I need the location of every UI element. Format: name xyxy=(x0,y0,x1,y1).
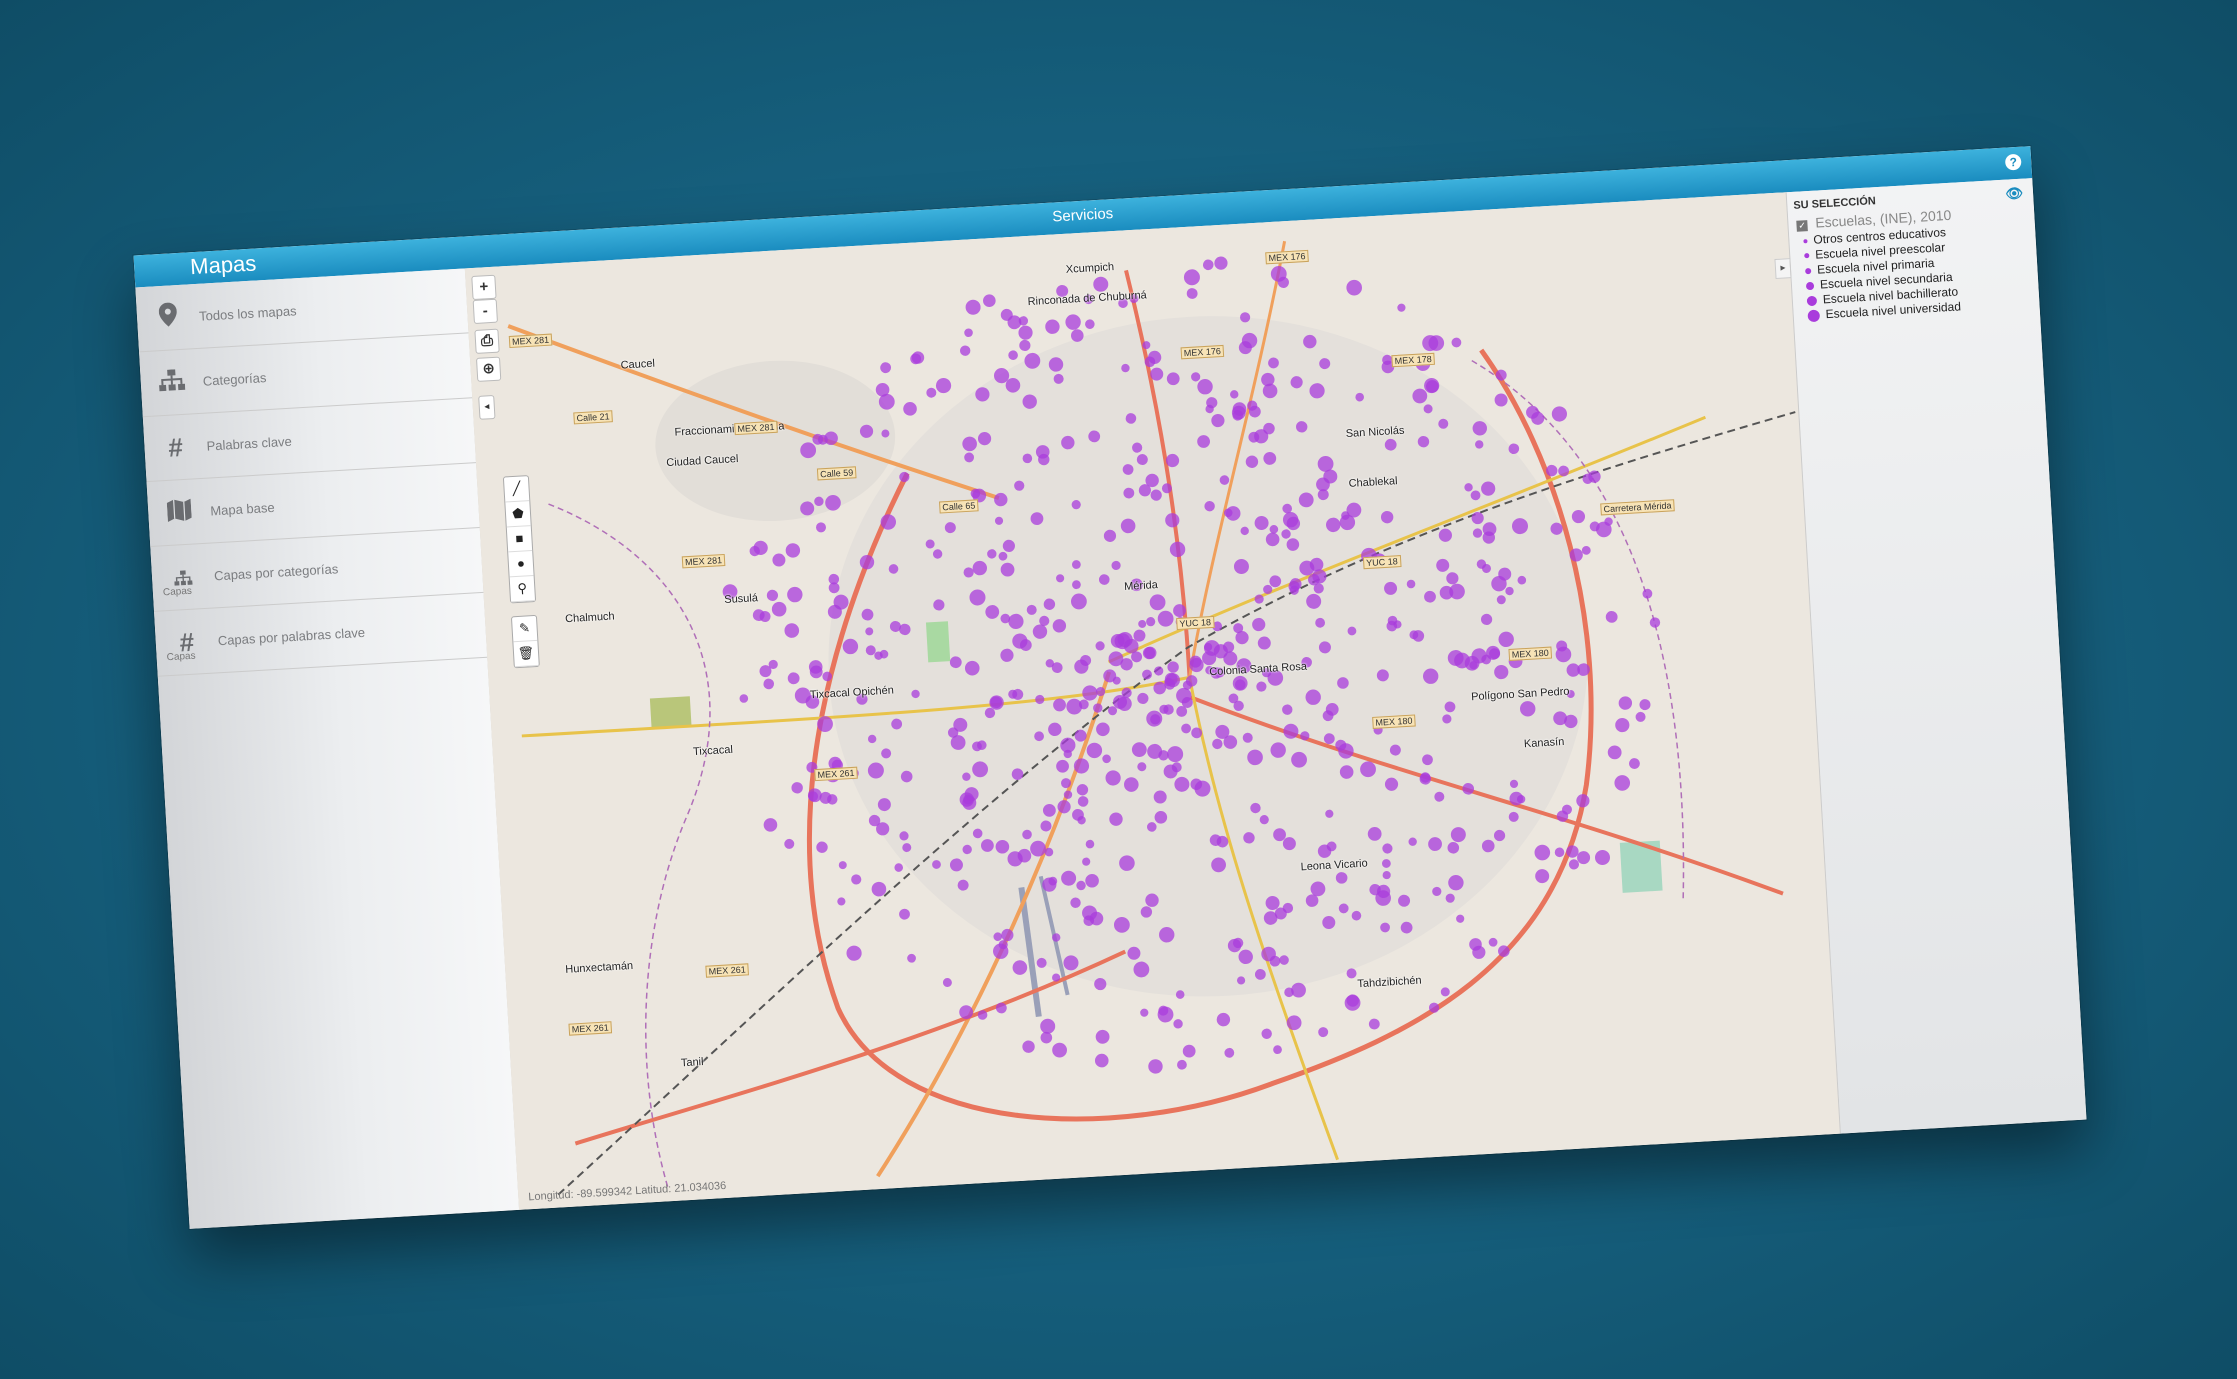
place-label: Caucel xyxy=(620,357,656,372)
print-icon[interactable]: ⎙ xyxy=(474,328,500,354)
app-window: Mapas Servicios ? Todos los mapas Catego… xyxy=(133,146,2087,1229)
base-map xyxy=(464,192,1841,1210)
zoom-extent-icon[interactable]: ⊕ xyxy=(475,356,502,382)
layer-checkbox[interactable]: ✓ xyxy=(1796,220,1808,232)
edit-layers-icon[interactable]: ✎ xyxy=(511,615,538,643)
legend-dot-icon xyxy=(1806,295,1818,306)
zoom-out-button[interactable]: - xyxy=(472,298,498,325)
road-label: MEX 281 xyxy=(681,553,726,569)
sidebar-item-label: Todos los mapas xyxy=(198,302,297,324)
visibility-icon[interactable]: 👁 xyxy=(2005,185,2024,203)
place-label: Kanasín xyxy=(1523,735,1565,751)
place-label: Mérida xyxy=(1123,579,1159,594)
sidebar-item-label: Mapa base xyxy=(209,499,275,518)
legend-panel: SU SELECCIÓN 👁 ✓ Escuelas, (INE), 2010 O… xyxy=(1785,178,2087,1134)
draw-polygon-icon[interactable]: ⬟ xyxy=(505,501,531,528)
road-label: Calle 65 xyxy=(939,499,979,514)
sitemap-icon xyxy=(154,366,190,399)
road-label: MEX 176 xyxy=(1180,344,1225,360)
capas-sublabel: Capas xyxy=(162,585,193,598)
capas-sublabel: Capas xyxy=(166,650,196,663)
legend-header-text: SU SELECCIÓN xyxy=(1793,195,1877,212)
road-label: Calle 21 xyxy=(573,410,613,425)
sidebar-item-label: Capas por categorías xyxy=(213,560,339,583)
folded-map-icon xyxy=(162,496,198,529)
place-label: Tixcacal xyxy=(692,743,734,759)
sidebar: Todos los mapas Categorías # Palabras cl… xyxy=(135,268,521,1229)
legend-dot-icon xyxy=(1803,238,1808,243)
road-label: Calle 59 xyxy=(816,466,857,481)
map-marker-icon xyxy=(150,301,186,334)
draw-line-icon[interactable]: ╱ xyxy=(503,476,530,503)
collapse-sidebar-icon[interactable]: ◂ xyxy=(478,394,496,420)
road-label: MEX 261 xyxy=(705,963,749,978)
draw-rectangle-icon[interactable]: ■ xyxy=(506,526,533,553)
zoom-in-button[interactable]: + xyxy=(471,274,497,301)
place-label: Tanil xyxy=(680,1056,704,1070)
road-label: MEX 281 xyxy=(508,333,553,349)
legend-dot-icon xyxy=(1804,253,1810,259)
delete-layers-icon[interactable]: 🗑 xyxy=(513,640,539,668)
road-label: MEX 178 xyxy=(1391,352,1435,368)
road-label: MEX 261 xyxy=(814,766,858,782)
place-label: Susulá xyxy=(723,592,759,607)
road-label: MEX 176 xyxy=(1265,249,1309,265)
road-label: MEX 180 xyxy=(1508,646,1553,661)
road-label: MEX 261 xyxy=(568,1021,613,1036)
road-label: YUC 18 xyxy=(1176,615,1215,631)
map-view[interactable]: + - ⎙ ⊕ ◂ ╱ ⬟ ■ ● ⚲ ✎ 🗑 Longitud: -89.59… xyxy=(464,192,1841,1210)
road-label: MEX 281 xyxy=(734,420,778,436)
edit-toolbar: ✎ 🗑 xyxy=(510,614,540,669)
sitemap-icon: Capas xyxy=(163,561,201,598)
legend-dot-icon xyxy=(1805,281,1815,290)
hashtag-icon: # xyxy=(167,431,184,463)
sidebar-item-label: Categorías xyxy=(202,369,267,389)
legend-dot-icon xyxy=(1804,267,1812,274)
draw-circle-icon[interactable]: ● xyxy=(508,551,534,578)
legend-dot-icon xyxy=(1807,309,1821,322)
draw-marker-icon[interactable]: ⚲ xyxy=(509,575,536,603)
road-label: MEX 180 xyxy=(1372,714,1416,729)
sidebar-item-label: Palabras clave xyxy=(206,433,293,454)
road-label: YUC 18 xyxy=(1362,555,1402,570)
hashtag-icon: # Capas xyxy=(166,626,196,663)
sidebar-item-label: Capas por palabras clave xyxy=(217,624,366,648)
